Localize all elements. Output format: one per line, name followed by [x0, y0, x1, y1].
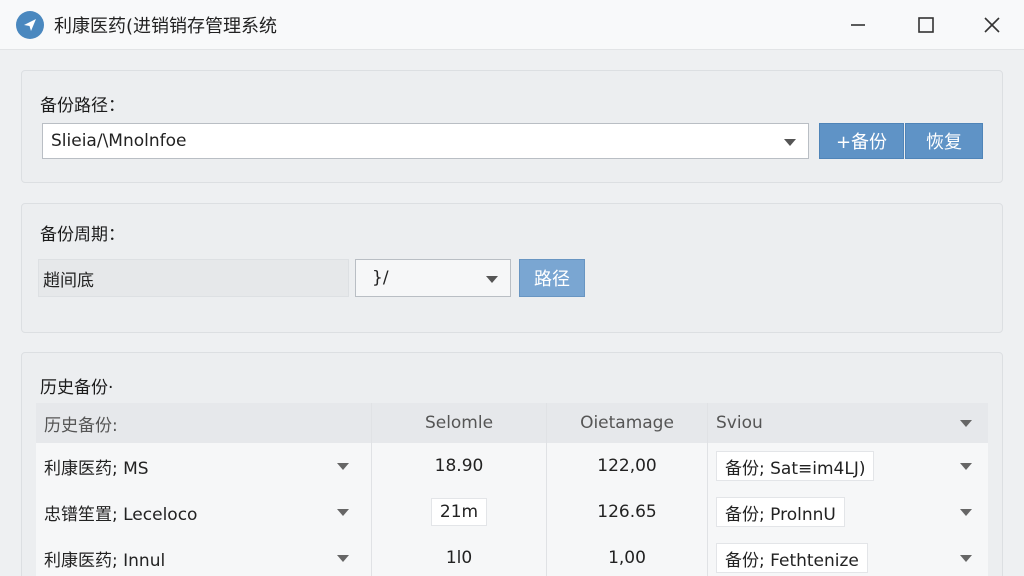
chevron-down-icon — [784, 139, 796, 146]
backup-path-panel: 备份路径： Slieia/\Mnolnfoe +备份 恢复 — [21, 70, 1003, 183]
row-date-cell: 122,00 — [546, 443, 707, 489]
row-name: 利康医药; Innul — [44, 550, 166, 571]
row-date: 126.65 — [597, 502, 657, 522]
row-size-cell: 18.90 — [371, 443, 546, 489]
backup-button[interactable]: +备份 — [819, 123, 904, 159]
column-header-size[interactable]: Selomle — [371, 403, 546, 443]
backup-cycle-select-value: }/ — [372, 268, 389, 288]
history-panel: 历史备份· 历史备份: Selomle Oietamage Sviou 利康医药… — [21, 352, 1003, 576]
backup-cycle-field[interactable]: 趙间底 — [38, 259, 349, 297]
backup-path-combobox[interactable]: Slieia/\Mnolnfoe — [42, 123, 809, 159]
row-name: 利康医药; MS — [44, 458, 149, 479]
column-header-label: Sviou — [716, 413, 763, 433]
maximize-icon — [918, 17, 934, 33]
chevron-down-icon — [960, 463, 972, 470]
row-status-select[interactable]: 备份; Fethtenize — [716, 543, 868, 573]
maximize-button[interactable] — [894, 0, 958, 50]
backup-cycle-panel: 备份周期： 趙间底 }/ 路径 — [21, 203, 1003, 333]
history-label: 历史备份· — [40, 378, 114, 398]
backup-cycle-field-text: 趙间底 — [43, 270, 94, 291]
row-status-cell[interactable]: 备份; ProlnnU — [707, 489, 988, 535]
row-name-cell[interactable]: 利康医药; Innul — [36, 535, 371, 576]
backup-cycle-select[interactable]: }/ — [355, 259, 511, 297]
chevron-down-icon — [960, 420, 972, 427]
close-button[interactable] — [960, 0, 1024, 50]
row-date: 122,00 — [597, 456, 657, 476]
window-title: 利康医药(进销销存管理系统 — [54, 15, 278, 37]
column-header-label: Selomle — [424, 413, 494, 433]
row-size: 1l0 — [445, 548, 473, 568]
row-date-cell: 1,00 — [546, 535, 707, 576]
path-button[interactable]: 路径 — [519, 259, 585, 297]
chevron-down-icon[interactable] — [337, 463, 349, 470]
table-row[interactable]: 忠镨笙置; Leceloco 21m 126.65 备份; ProlnnU — [36, 489, 988, 535]
row-status-cell[interactable]: 备份; Fethtenize — [707, 535, 988, 576]
row-status-select[interactable]: 备份; Sat≡im4LJ) — [716, 451, 875, 481]
minimize-icon — [851, 24, 865, 26]
row-size: 18.90 — [434, 456, 484, 476]
history-table: 历史备份: Selomle Oietamage Sviou 利康医药; MS 1… — [36, 403, 988, 576]
column-header-date[interactable]: Oietamage — [546, 403, 707, 443]
minimize-button[interactable] — [826, 0, 890, 50]
row-size-cell[interactable]: 21m — [371, 489, 546, 535]
chevron-down-icon — [960, 509, 972, 516]
row-status-select[interactable]: 备份; ProlnnU — [716, 497, 845, 527]
table-row[interactable]: 利康医药; Innul 1l0 1,00 备份; Fethtenize — [36, 535, 988, 576]
backup-cycle-label: 备份周期： — [40, 225, 125, 245]
chevron-down-icon[interactable] — [337, 509, 349, 516]
restore-button[interactable]: 恢复 — [905, 123, 983, 159]
row-size-cell: 1l0 — [371, 535, 546, 576]
send-arrow-icon — [16, 10, 44, 39]
row-date: 1,00 — [608, 548, 646, 568]
chevron-down-icon[interactable] — [337, 555, 349, 562]
column-header-name[interactable]: 历史备份: — [36, 403, 371, 443]
row-date-cell: 126.65 — [546, 489, 707, 535]
column-header-label: 历史备份: — [44, 415, 118, 436]
backup-path-value: Slieia/\Mnolnfoe — [51, 131, 187, 151]
row-name-cell[interactable]: 利康医药; MS — [36, 443, 371, 489]
row-size-input[interactable]: 21m — [430, 498, 488, 526]
chevron-down-icon — [486, 276, 498, 283]
close-icon — [984, 17, 1000, 33]
column-header-label: Oietamage — [580, 413, 674, 433]
column-header-status[interactable]: Sviou — [707, 403, 988, 443]
backup-path-label: 备份路径： — [40, 96, 125, 116]
row-name: 忠镨笙置; Leceloco — [44, 504, 198, 525]
title-bar: 利康医药(进销销存管理系统 — [0, 0, 1024, 50]
chevron-down-icon — [960, 555, 972, 562]
table-row[interactable]: 利康医药; MS 18.90 122,00 备份; Sat≡im4LJ) — [36, 443, 988, 489]
table-header-row: 历史备份: Selomle Oietamage Sviou — [36, 403, 988, 443]
row-status-cell[interactable]: 备份; Sat≡im4LJ) — [707, 443, 988, 489]
row-name-cell[interactable]: 忠镨笙置; Leceloco — [36, 489, 371, 535]
